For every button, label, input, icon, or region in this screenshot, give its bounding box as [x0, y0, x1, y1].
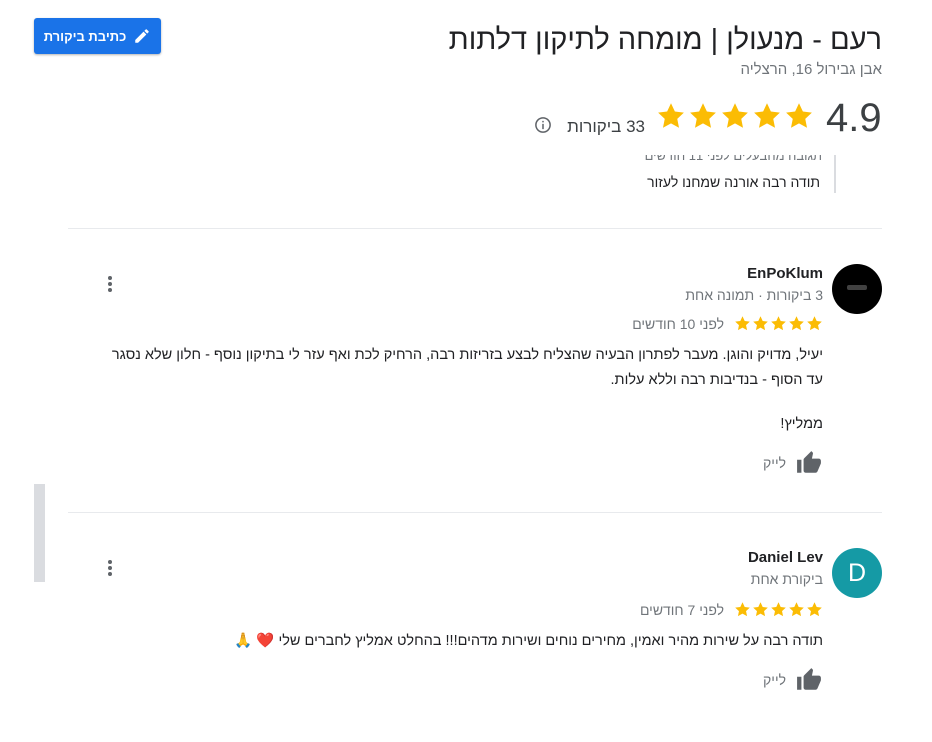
review-text-line: ממליץ!: [780, 416, 823, 432]
review-count: 33 ביקורות: [567, 117, 645, 136]
star-icon: [771, 602, 786, 617]
like-label: לייק: [763, 672, 786, 688]
star-icon: [754, 103, 780, 128]
pencil-icon: [135, 29, 150, 43]
star-icon: [771, 316, 786, 331]
star-icon: [722, 103, 748, 128]
star-icon: [690, 103, 716, 128]
review-stars: [734, 601, 823, 618]
reviewer-name[interactable]: EnPoKlum: [747, 265, 823, 282]
review-text-line: תודה רבה על שירות מהיר ואמין, מחירים נוח…: [234, 633, 823, 649]
star-icon: [807, 602, 822, 617]
review-rating-row: לפני 10 חודשים: [632, 315, 823, 332]
like-button[interactable]: לייק: [763, 450, 823, 476]
thumbs-up-icon: [797, 451, 821, 473]
review-stars: [734, 315, 823, 332]
avatar[interactable]: D: [832, 548, 882, 598]
owner-reply-text: תודה רבה אורנה שמחנו לעזור: [647, 174, 820, 190]
star-icon: [735, 316, 750, 331]
reviewer-meta: 3 ביקורות · תמונה אחת: [685, 287, 823, 303]
star-icon: [658, 103, 684, 128]
star-icon: [735, 602, 750, 617]
review-time: לפני 7 חודשים: [639, 601, 724, 618]
like-button[interactable]: לייק: [763, 667, 823, 693]
review-time: לפני 10 חודשים: [632, 315, 724, 332]
avatar[interactable]: [832, 264, 882, 314]
star-icon: [753, 316, 768, 331]
owner-reply-header: תגובה מהבעלים לפני 11 חודשים: [644, 155, 822, 163]
business-title: רעם - מנעולן | מומחה לתיקון דלתות: [448, 24, 882, 56]
more-options-icon[interactable]: [102, 558, 118, 578]
write-review-label: כתיבת ביקורת: [43, 28, 127, 44]
star-icon: [807, 316, 822, 331]
star-icon: [753, 602, 768, 617]
review-text-line: עד הסוף - בנדיבות רבה וללא עלות.: [610, 372, 823, 388]
divider: [68, 512, 882, 513]
star-icon: [789, 602, 804, 617]
review-text-line: יעיל, מדויק והוגן. מעבר לפתרון הבעיה שהצ…: [111, 347, 823, 363]
thumbs-up-icon: [797, 668, 821, 690]
star-icon: [786, 103, 812, 128]
reviewer-meta: ביקורת אחת: [750, 571, 823, 587]
business-address: אבן גבירול 16, הרצליה: [740, 61, 882, 78]
average-rating: 4.9: [826, 96, 882, 140]
average-rating-stars: [656, 101, 814, 131]
like-label: לייק: [763, 455, 786, 471]
reviewer-name[interactable]: Daniel Lev: [748, 549, 823, 566]
owner-reply: תגובה מהבעלים לפני 11 חודשים תודה רבה או…: [534, 155, 836, 193]
scrollbar[interactable]: [34, 484, 45, 582]
info-icon[interactable]: [534, 116, 552, 134]
write-review-button[interactable]: כתיבת ביקורת: [34, 18, 161, 54]
review-rating-row: לפני 7 חודשים: [640, 601, 823, 618]
more-options-icon[interactable]: [102, 274, 118, 294]
star-icon: [789, 316, 804, 331]
divider: [68, 228, 882, 229]
